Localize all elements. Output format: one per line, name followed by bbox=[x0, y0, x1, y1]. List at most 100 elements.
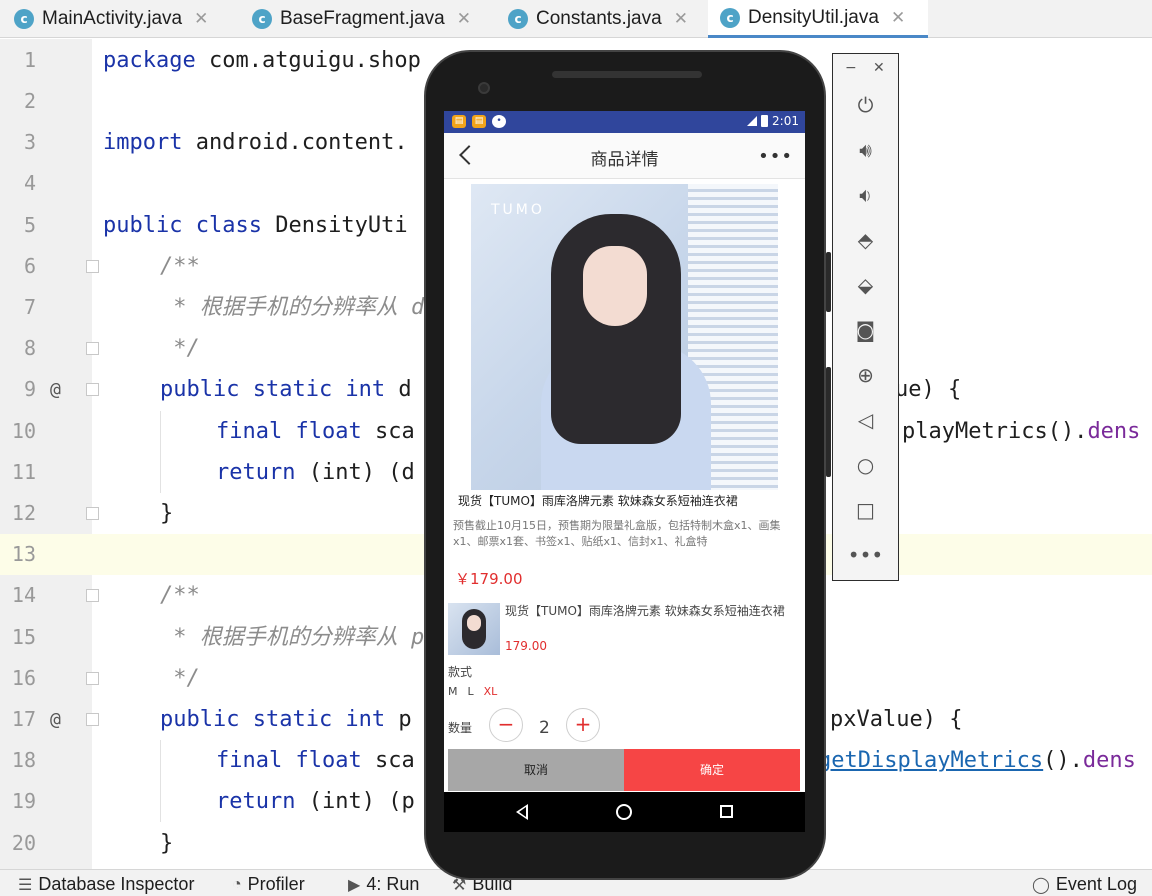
line-number: 19 bbox=[11, 789, 36, 813]
cancel-button[interactable]: 取消 bbox=[448, 749, 624, 791]
code-text: * 根据手机的分辨率从 d bbox=[160, 295, 425, 320]
close-icon[interactable]: ✕ bbox=[891, 8, 905, 28]
fold-icon[interactable] bbox=[86, 589, 99, 602]
code-text: */ bbox=[160, 336, 200, 361]
line-number: 4 bbox=[23, 171, 36, 195]
zoom-icon[interactable]: ⊕ bbox=[833, 360, 898, 390]
minimize-icon[interactable]: − bbox=[845, 60, 857, 76]
line-number: 9 bbox=[23, 377, 36, 401]
page-title: 商品详情 bbox=[590, 150, 659, 170]
thumb-figure bbox=[467, 615, 481, 631]
tab-mainactivity[interactable]: c MainActivity.java ✕ bbox=[14, 0, 208, 38]
overview-icon[interactable]: □ bbox=[833, 495, 898, 525]
signal-icon bbox=[747, 116, 758, 126]
fold-icon[interactable] bbox=[86, 260, 99, 273]
notification-icon: ▤ bbox=[452, 115, 466, 128]
quantity-increase-button[interactable]: + bbox=[566, 708, 600, 742]
nav-recent-icon[interactable] bbox=[720, 805, 733, 818]
quantity-value: 2 bbox=[539, 718, 550, 738]
tab-label: MainActivity.java bbox=[42, 8, 183, 29]
home-icon[interactable]: ○ bbox=[833, 450, 898, 480]
event-log-button[interactable]: ◯ Event Log bbox=[1032, 874, 1137, 895]
event-log-icon: ◯ bbox=[1032, 876, 1050, 894]
profiler-label: Profiler bbox=[247, 874, 305, 894]
close-icon[interactable]: ✕ bbox=[194, 9, 208, 29]
sheet-product-price: 179.00 bbox=[505, 639, 547, 653]
line-number: 17 bbox=[11, 707, 36, 731]
code-text: final float sca bbox=[216, 419, 415, 444]
database-inspector-label: Database Inspector bbox=[38, 874, 195, 894]
quantity-label: 数量 bbox=[448, 721, 473, 735]
indent-guide bbox=[160, 411, 161, 493]
line-number: 8 bbox=[23, 336, 36, 360]
product-image[interactable]: TUMO bbox=[471, 184, 778, 490]
line-number: 18 bbox=[11, 748, 36, 772]
class-icon: c bbox=[508, 9, 528, 29]
status-bar: ▤ ▤ • 2:01 bbox=[444, 111, 805, 133]
override-marker-icon[interactable]: @ bbox=[50, 369, 61, 410]
run-button[interactable]: ▶ 4: Run bbox=[348, 874, 419, 895]
tab-densityutil[interactable]: c DensityUtil.java ✕ bbox=[708, 0, 928, 38]
class-icon: c bbox=[252, 9, 272, 29]
code-text: return (int) (d bbox=[216, 460, 415, 485]
line-number: 7 bbox=[23, 295, 36, 319]
size-option-xl[interactable]: XL bbox=[484, 685, 498, 698]
close-icon[interactable]: ✕ bbox=[873, 60, 885, 76]
tab-label: BaseFragment.java bbox=[280, 8, 445, 29]
size-option-l[interactable]: L bbox=[468, 685, 474, 698]
code-text: } bbox=[160, 831, 174, 856]
code-text: /** bbox=[160, 583, 200, 608]
close-icon[interactable]: ✕ bbox=[674, 9, 688, 29]
confirm-button[interactable]: 确定 bbox=[624, 749, 800, 791]
volume-up-icon[interactable]: 🔊︎ bbox=[833, 135, 898, 165]
event-log-label: Event Log bbox=[1055, 874, 1137, 894]
override-marker-icon[interactable]: @ bbox=[50, 699, 61, 740]
profiler-button[interactable]: ◔ Profiler bbox=[232, 874, 305, 895]
fold-icon[interactable] bbox=[86, 672, 99, 685]
class-icon: c bbox=[720, 7, 740, 28]
rotate-left-icon[interactable]: ⬘ bbox=[833, 225, 898, 255]
fold-icon[interactable] bbox=[86, 342, 99, 355]
product-description: 预售截止10月15日，预售期为限量礼盒版，包括特制木盒x1、画集x1、邮票x1套… bbox=[453, 519, 781, 548]
power-hardware-button bbox=[826, 367, 831, 477]
nav-back-icon-inner bbox=[519, 807, 526, 817]
size-option-m[interactable]: M bbox=[448, 685, 458, 698]
fold-icon[interactable] bbox=[86, 507, 99, 520]
volume-down-icon[interactable]: 🔉︎ bbox=[833, 180, 898, 210]
notification-icon: ▤ bbox=[472, 115, 486, 128]
camera-icon[interactable]: ◙ bbox=[833, 315, 898, 345]
fold-icon[interactable] bbox=[86, 713, 99, 726]
code-text: final float sca bbox=[216, 748, 415, 773]
database-inspector-button[interactable]: ☰ Database Inspector bbox=[18, 874, 194, 895]
line-number: 14 bbox=[11, 583, 36, 607]
tab-label: DensityUtil.java bbox=[748, 6, 879, 28]
speaker-grille bbox=[552, 71, 702, 78]
status-right: 2:01 bbox=[747, 114, 799, 128]
code-text: return (int) (p bbox=[216, 789, 415, 814]
back-icon[interactable]: ◁ bbox=[833, 405, 898, 435]
product-price: ￥179.00 bbox=[455, 570, 523, 588]
device-screen[interactable]: ▤ ▤ • 2:01 商品详情 ••• TUMO 现货【TUMO】雨库洛牌元素 … bbox=[444, 111, 805, 831]
code-text: public static int p bbox=[160, 707, 412, 732]
code-text: import android.content. bbox=[103, 130, 408, 155]
line-number: 16 bbox=[11, 666, 36, 690]
line-number: 5 bbox=[23, 213, 36, 237]
tab-basefragment[interactable]: c BaseFragment.java ✕ bbox=[252, 0, 471, 38]
power-icon[interactable]: ⏻ bbox=[833, 90, 898, 120]
nav-home-icon[interactable] bbox=[616, 804, 632, 820]
fold-icon[interactable] bbox=[86, 383, 99, 396]
line-number: 6 bbox=[23, 254, 36, 278]
line-number: 13 bbox=[11, 542, 36, 566]
tab-constants[interactable]: c Constants.java ✕ bbox=[508, 0, 688, 38]
code-text: public class DensityUti bbox=[103, 213, 408, 238]
image-figure bbox=[583, 246, 647, 326]
close-icon[interactable]: ✕ bbox=[457, 9, 471, 29]
line-number: 2 bbox=[23, 89, 36, 113]
rotate-right-icon[interactable]: ⬙ bbox=[833, 270, 898, 300]
quantity-decrease-button[interactable]: − bbox=[489, 708, 523, 742]
run-label: 4: Run bbox=[366, 874, 420, 894]
line-number: 3 bbox=[23, 130, 36, 154]
database-icon: ☰ bbox=[18, 876, 33, 894]
more-icon[interactable]: ••• bbox=[833, 540, 898, 570]
more-icon[interactable]: ••• bbox=[758, 146, 793, 167]
